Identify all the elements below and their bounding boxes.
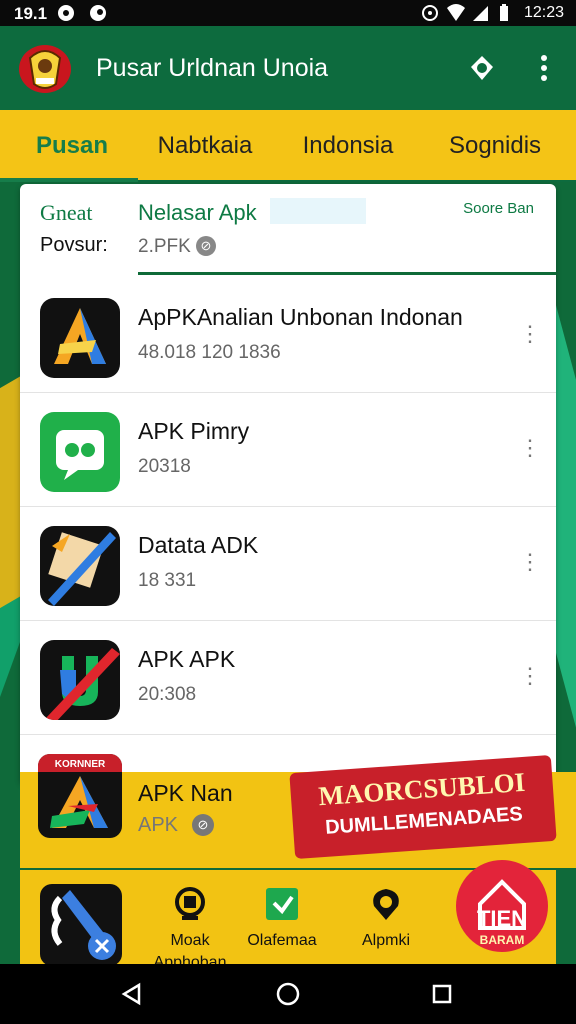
badge-text: TIEN: [477, 906, 527, 931]
highlight-bar: [270, 198, 366, 224]
shortcut-olafemaa[interactable]: Olafemaa: [232, 880, 332, 966]
shortcut-bar: Moak Apphoban Olafemaa Alpmki TIEN BARAM: [20, 860, 556, 971]
notification-icon: [56, 3, 76, 23]
summary-value: Nelasar Apk: [138, 200, 257, 225]
app-list-card: Gneat Povsur: Nelasar Apk 2.PFK ⊘ Soore …: [20, 184, 556, 784]
wifi-icon: [446, 3, 466, 23]
shortcut-label: Moak: [170, 932, 210, 949]
list-item[interactable]: APK Pimry 20318 ⋮: [20, 392, 556, 507]
summary-label: Povsur:: [40, 234, 108, 256]
apr-data-icon: [40, 526, 120, 606]
app-bar: Pusar Urldnan Unoia: [0, 26, 576, 110]
sort-link[interactable]: Soore Ban: [463, 200, 534, 217]
more-options-icon[interactable]: ⋮: [516, 656, 544, 696]
record-icon: [88, 3, 108, 23]
app-meta: 20318: [138, 456, 191, 477]
app-meta: 18 331: [138, 570, 197, 591]
divider: [138, 272, 556, 275]
apk-pimry-icon: [40, 412, 120, 492]
shortcut-moak[interactable]: Moak Apphoban: [140, 880, 240, 971]
tab-indonsia[interactable]: Indonsia: [280, 110, 416, 182]
tab-sognidis[interactable]: Sognidis: [430, 110, 560, 182]
app-logo-icon: [16, 40, 74, 98]
bluetooth-tool-icon[interactable]: [40, 884, 122, 966]
more-options-icon[interactable]: ⋮: [516, 428, 544, 468]
back-icon[interactable]: [112, 974, 152, 1014]
tab-bar: Pusan Nabtkaia Indonsia Sognidis: [0, 110, 576, 182]
shortcut-label: Alpmki: [361, 932, 410, 949]
app-meta: 48.018 120 1836: [138, 342, 281, 363]
tab-indicator: [0, 178, 138, 182]
status-clock: 12:23: [523, 4, 564, 21]
home-icon[interactable]: [268, 974, 308, 1014]
app-name: Datata ADK: [138, 532, 259, 558]
globe-icon: ⊘: [192, 814, 214, 836]
summary-value: 2.PFK: [138, 236, 191, 257]
promo-icon-ribbon-text: KORNNER: [55, 759, 106, 770]
hotspot-icon: [420, 3, 440, 23]
shortcut-alpmki[interactable]: Alpmki: [336, 880, 436, 966]
more-options-icon[interactable]: ⋮: [516, 314, 544, 354]
tab-divider: [138, 180, 576, 182]
download-card-icon: [262, 884, 302, 924]
promo-app-name: APK Nan: [138, 780, 233, 806]
apk-nan-icon: KORNNER: [38, 754, 122, 838]
badge-subtext: BARAM: [480, 933, 525, 947]
list-item[interactable]: Datata ADK 18 331 ⋮: [20, 506, 556, 621]
signal-icon: [470, 3, 490, 23]
promo-app-meta: APK: [138, 814, 179, 836]
tab-pusan[interactable]: Pusan: [0, 110, 144, 182]
battery-icon: [494, 3, 514, 23]
list-item[interactable]: APK APK 20:308 ⋮: [20, 620, 556, 735]
list-item[interactable]: ApPKAnalian Unbonan Indonan 48.018 120 1…: [20, 278, 556, 393]
more-options-icon[interactable]: ⋮: [516, 542, 544, 582]
globe-icon: ⊘: [196, 236, 216, 256]
app-name: APK APK: [138, 646, 236, 672]
more-vert-icon[interactable]: [524, 48, 564, 88]
medal-icon: [170, 884, 210, 924]
shortcut-label: Olafemaa: [247, 932, 317, 949]
status-time: 19.1: [14, 4, 48, 23]
apk-analyzer-icon: [40, 298, 120, 378]
summary-header: Gneat Povsur: Nelasar Apk 2.PFK ⊘ Soore …: [20, 184, 556, 276]
location-pin-icon: [366, 884, 406, 924]
status-bar: 19.1 12:23: [0, 0, 576, 26]
summary-label: Gneat: [40, 200, 93, 225]
tab-nabtkaia[interactable]: Nabtkaia: [144, 110, 266, 182]
app-meta: 20:308: [138, 684, 197, 705]
apk-u-icon: [40, 640, 120, 720]
promo-badge[interactable]: TIEN BARAM: [450, 844, 550, 954]
app-name: ApPKAnalian Unbonan Indonan: [138, 304, 463, 330]
notification-bell-icon[interactable]: [462, 48, 502, 88]
app-name: APK Pimry: [138, 418, 250, 444]
app-title: Pusar Urldnan Unoia: [96, 54, 329, 82]
system-nav-bar: [0, 964, 576, 1024]
recents-icon[interactable]: [422, 974, 462, 1014]
